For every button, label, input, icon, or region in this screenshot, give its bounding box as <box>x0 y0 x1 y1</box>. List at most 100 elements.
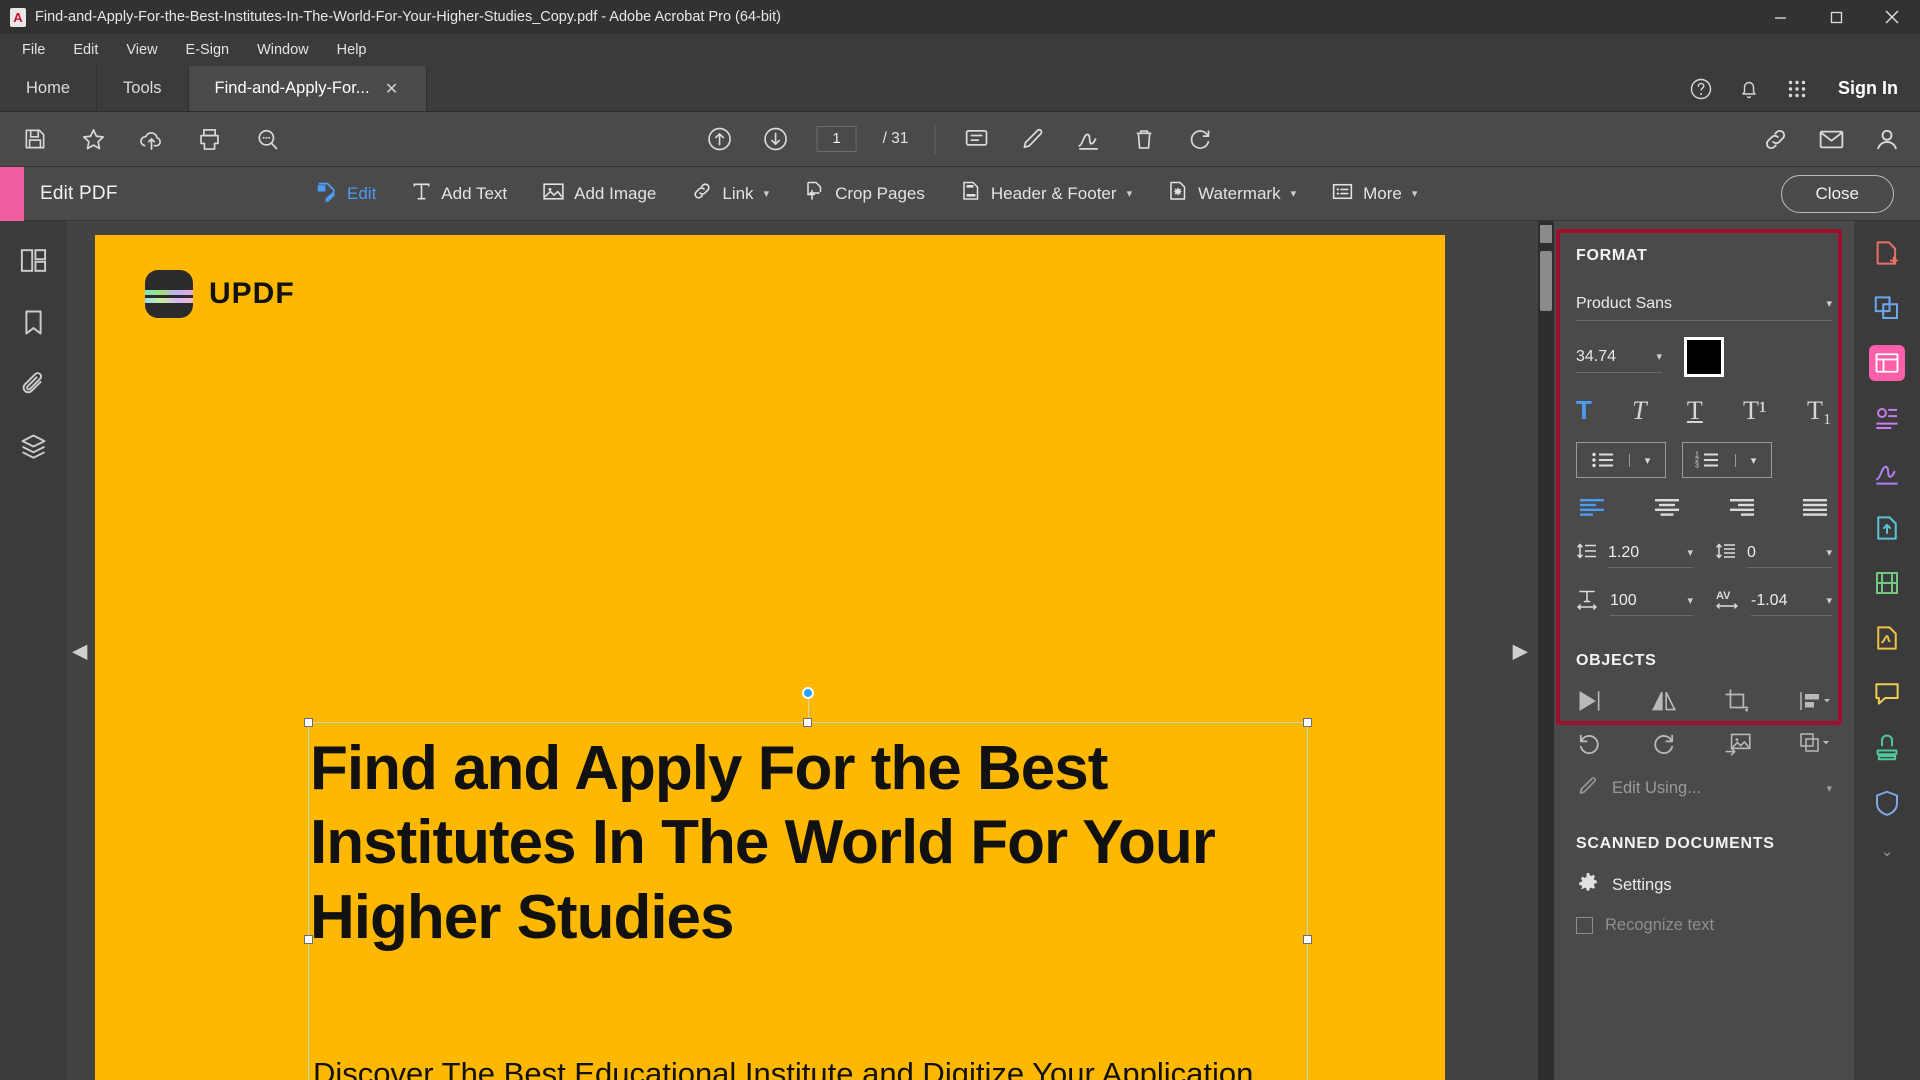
horizontal-scale-value-field[interactable]: 100 ▾ <box>1610 586 1693 616</box>
flip-horizontal-icon[interactable] <box>1650 688 1678 714</box>
numbered-list-button[interactable]: 1 2 3 ▾ <box>1682 442 1772 478</box>
chevron-down-icon[interactable]: ▾ <box>1127 187 1133 200</box>
arrow-down-circle-icon[interactable] <box>761 124 791 154</box>
align-center-icon[interactable] <box>1650 496 1684 518</box>
flip-vertical-icon[interactable] <box>1576 688 1604 714</box>
menu-window[interactable]: Window <box>245 38 321 62</box>
fill-sign-icon[interactable] <box>1869 455 1905 491</box>
resize-handle-top-left[interactable] <box>304 718 313 727</box>
email-icon[interactable] <box>1816 124 1846 154</box>
tools-rail-more-chevron[interactable]: ⌄ <box>1881 842 1894 860</box>
notification-bell-icon[interactable] <box>1736 76 1762 102</box>
horizontal-scale-control[interactable]: 100 ▾ <box>1576 586 1693 616</box>
combine-files-icon[interactable] <box>1869 290 1905 326</box>
scan-settings-row[interactable]: Settings <box>1576 871 1832 900</box>
link-share-icon[interactable] <box>1760 124 1790 154</box>
font-family-select[interactable]: Product Sans ▾ <box>1576 287 1832 321</box>
create-pdf-icon[interactable] <box>1869 235 1905 271</box>
tab-home[interactable]: Home <box>0 66 98 111</box>
pdf-page[interactable]: UPDF Find and Apply For the Best Institu… <box>95 235 1445 1080</box>
more-tool-button[interactable]: More ▾ <box>1326 175 1421 213</box>
chevron-down-icon[interactable]: ▾ <box>1826 297 1832 310</box>
close-edit-pdf-button[interactable]: Close <box>1780 174 1894 213</box>
numbered-list-dropdown[interactable]: ▾ <box>1735 453 1771 467</box>
account-icon[interactable] <box>1872 124 1902 154</box>
bookmarks-icon[interactable] <box>16 305 50 339</box>
document-vertical-scrollbar[interactable] <box>1538 221 1554 1080</box>
align-left-icon[interactable] <box>1576 496 1610 518</box>
subscript-button[interactable]: T₁ <box>1807 396 1832 426</box>
menu-edit[interactable]: Edit <box>61 38 110 62</box>
organize-pages-icon[interactable] <box>1869 400 1905 436</box>
align-justify-icon[interactable] <box>1798 496 1832 518</box>
paragraph-spacing-control[interactable]: 0 ▾ <box>1715 538 1832 568</box>
arrow-up-circle-icon[interactable] <box>705 124 735 154</box>
star-icon[interactable] <box>78 124 108 154</box>
next-page-arrow[interactable]: ▶ <box>1513 638 1528 663</box>
chevron-down-icon[interactable]: ▾ <box>764 187 770 200</box>
page-number-input[interactable]: 1 <box>816 126 857 152</box>
page-heading-text[interactable]: Find and Apply For the Best Institutes I… <box>310 732 1310 955</box>
attachments-icon[interactable] <box>16 367 50 401</box>
menu-file[interactable]: File <box>10 38 57 62</box>
edit-pdf-icon[interactable] <box>1869 345 1905 381</box>
underline-button[interactable]: T <box>1687 396 1703 426</box>
chevron-down-icon[interactable]: ▾ <box>1687 594 1693 607</box>
chevron-down-icon[interactable]: ▾ <box>1656 350 1662 363</box>
superscript-button[interactable]: T¹ <box>1743 396 1767 426</box>
chevron-down-icon[interactable]: ▾ <box>1291 187 1297 200</box>
scrollbar-thumb[interactable] <box>1540 251 1552 311</box>
document-viewport[interactable]: UPDF Find and Apply For the Best Institu… <box>66 221 1554 1080</box>
edit-using-dropdown[interactable]: Edit Using... ▾ <box>1576 774 1832 803</box>
search-icon[interactable] <box>252 124 282 154</box>
watermark-tool-button[interactable]: Watermark ▾ <box>1162 175 1300 212</box>
line-spacing-value-field[interactable]: 1.20 ▾ <box>1608 538 1693 568</box>
chevron-down-icon[interactable]: ▾ <box>1826 782 1832 795</box>
page-subheading-text[interactable]: Discover The Best Educational Institute … <box>313 1053 1303 1080</box>
replace-image-icon[interactable] <box>1723 730 1753 756</box>
italic-button[interactable]: T <box>1632 396 1646 426</box>
tab-tools[interactable]: Tools <box>97 66 189 111</box>
export-pdf-icon[interactable] <box>1869 510 1905 546</box>
rotate-icon[interactable] <box>1185 124 1215 154</box>
chevron-down-icon[interactable]: ▾ <box>1687 546 1693 559</box>
resize-handle-top-right[interactable] <box>1303 718 1312 727</box>
menu-view[interactable]: View <box>114 38 169 62</box>
minimize-button[interactable] <box>1752 0 1808 34</box>
rotate-clockwise-icon[interactable] <box>1649 730 1677 756</box>
add-text-tool-button[interactable]: Add Text <box>406 176 511 212</box>
character-spacing-control[interactable]: AV -1.04 ▾ <box>1715 586 1832 616</box>
compress-icon[interactable] <box>1869 565 1905 601</box>
font-color-swatch[interactable] <box>1684 337 1724 377</box>
recognize-text-checkbox[interactable] <box>1576 917 1593 934</box>
line-spacing-control[interactable]: 1.20 ▾ <box>1576 538 1693 568</box>
close-icon[interactable]: ✕ <box>384 79 400 99</box>
comment-icon[interactable] <box>961 124 991 154</box>
previous-page-arrow[interactable]: ◀ <box>72 638 87 663</box>
chevron-down-icon[interactable]: ▾ <box>1826 594 1832 607</box>
highlight-pen-icon[interactable] <box>1017 124 1047 154</box>
delete-trash-icon[interactable] <box>1129 124 1159 154</box>
font-size-select[interactable]: 34.74 ▾ <box>1576 341 1662 373</box>
link-tool-button[interactable]: Link ▾ <box>686 175 773 212</box>
chevron-down-icon[interactable]: ▾ <box>1826 546 1832 559</box>
cloud-upload-icon[interactable] <box>136 124 166 154</box>
maximize-button[interactable] <box>1808 0 1864 34</box>
rotate-counterclockwise-icon[interactable] <box>1576 730 1604 756</box>
header-footer-tool-button[interactable]: Header & Footer ▾ <box>955 175 1136 212</box>
add-image-tool-button[interactable]: Add Image <box>537 175 660 213</box>
help-circle-icon[interactable] <box>1688 76 1714 102</box>
sign-in-button[interactable]: Sign In <box>1832 78 1898 99</box>
request-signature-icon[interactable] <box>1869 620 1905 656</box>
menu-help[interactable]: Help <box>325 38 379 62</box>
comment-icon[interactable] <box>1869 675 1905 711</box>
print-icon[interactable] <box>194 124 224 154</box>
sign-icon[interactable] <box>1073 124 1103 154</box>
arrange-icon[interactable] <box>1798 730 1832 756</box>
page-thumbnails-icon[interactable] <box>16 243 50 277</box>
edit-tool-button[interactable]: Edit <box>310 175 380 213</box>
chevron-down-icon[interactable]: ▾ <box>1412 187 1418 200</box>
crop-pages-tool-button[interactable]: Crop Pages <box>799 175 929 212</box>
bold-button[interactable]: T <box>1576 395 1592 426</box>
character-spacing-value-field[interactable]: -1.04 ▾ <box>1751 586 1832 616</box>
